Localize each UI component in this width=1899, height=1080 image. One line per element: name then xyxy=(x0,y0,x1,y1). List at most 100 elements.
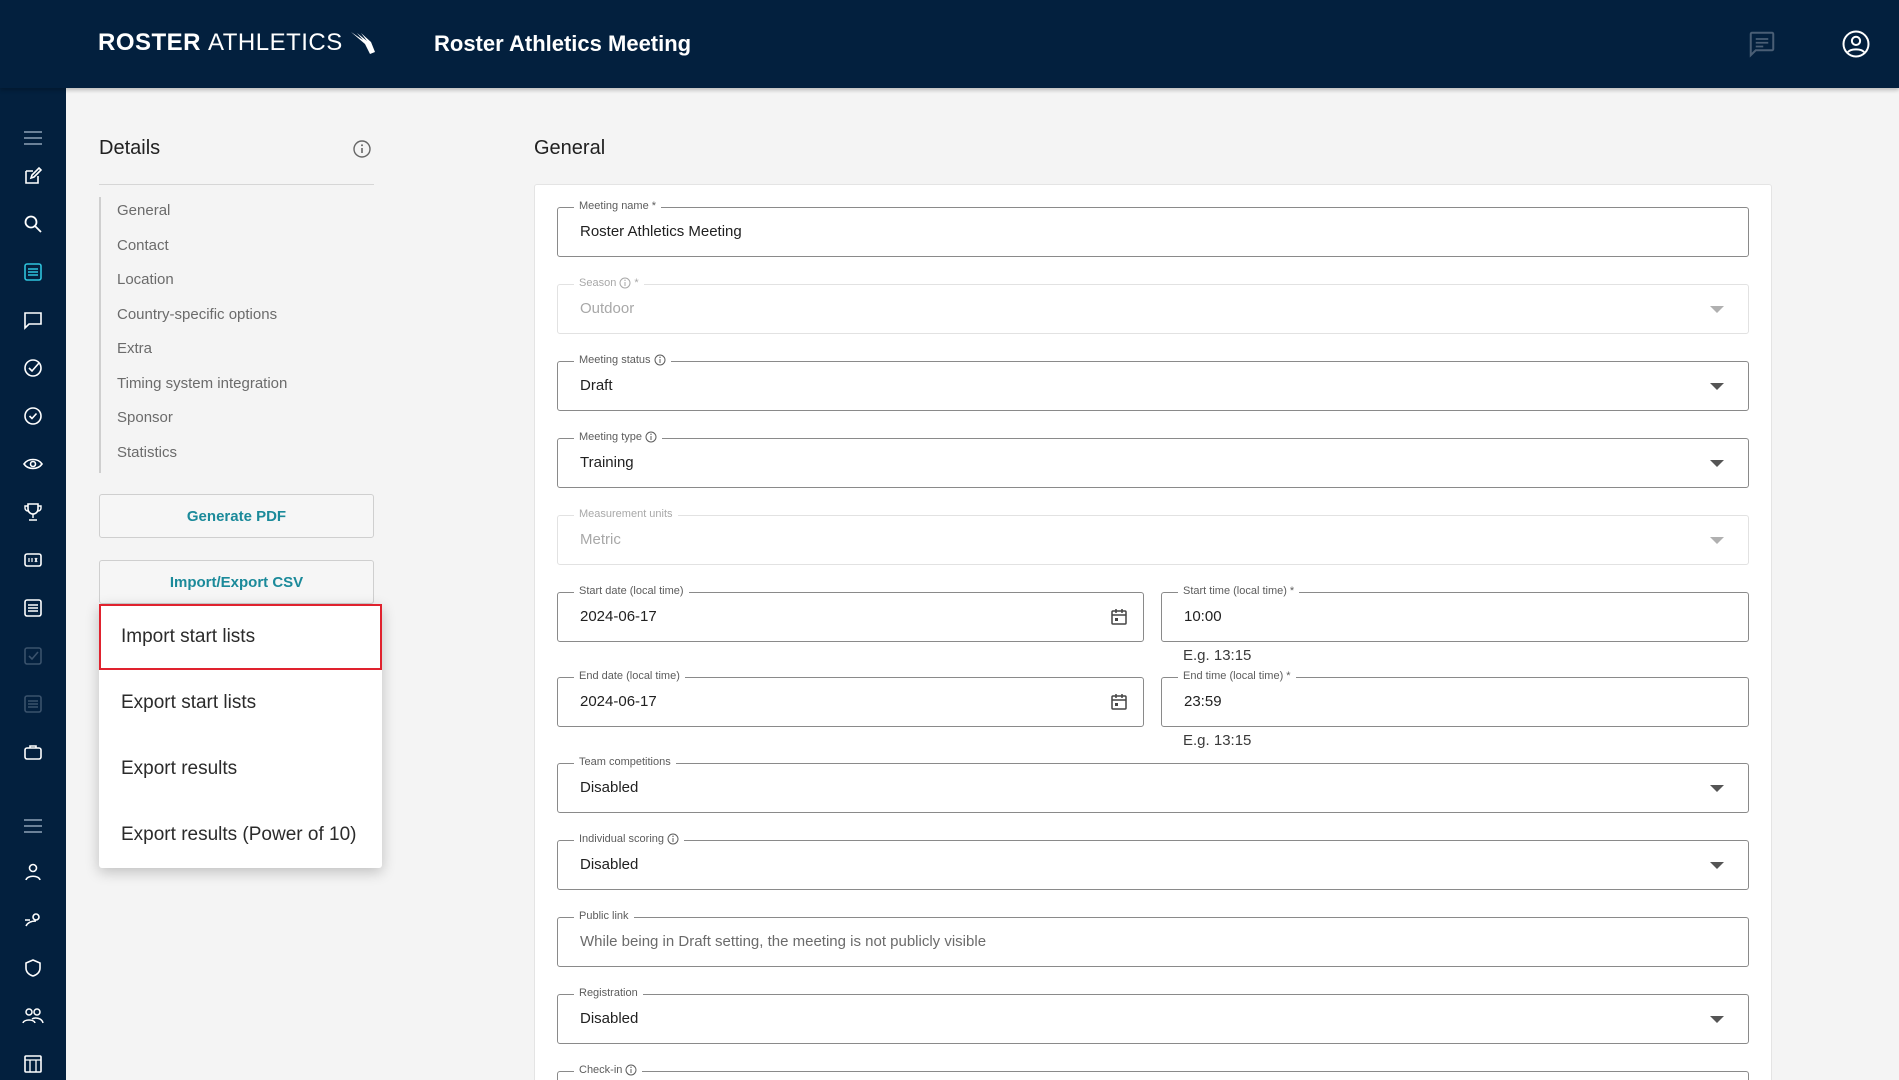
start-time-label: Start time (local time) * xyxy=(1178,585,1300,597)
runner-icon[interactable] xyxy=(19,906,47,934)
person-icon[interactable] xyxy=(19,858,47,886)
check-in-label-text: Check-in xyxy=(579,1064,623,1076)
nav-item-extra[interactable]: Extra xyxy=(101,335,359,370)
registration-select[interactable]: Registration Disabled xyxy=(557,987,1749,1044)
measurement-units-select: Measurement units Metric xyxy=(557,508,1749,565)
meeting-status-select[interactable]: Meeting status Draft xyxy=(557,354,1749,411)
page-title: Roster Athletics Meeting xyxy=(434,31,692,56)
table-icon[interactable] xyxy=(19,690,47,718)
logo-bold: ROSTER xyxy=(98,29,202,56)
scoreboard-icon[interactable] xyxy=(19,546,47,574)
meeting-name-value: Roster Athletics Meeting xyxy=(580,223,742,240)
info-icon[interactable] xyxy=(667,833,679,845)
meeting-status-label: Meeting status xyxy=(574,354,671,366)
registration-value: Disabled xyxy=(580,1010,639,1027)
info-icon[interactable] xyxy=(352,139,372,159)
checkbox-icon[interactable] xyxy=(19,642,47,670)
end-time-label: End time (local time) * xyxy=(1178,670,1296,682)
account-circle-icon[interactable] xyxy=(1839,27,1873,61)
calendar-icon[interactable] xyxy=(1109,692,1129,712)
calendar-grid-icon[interactable] xyxy=(19,1050,47,1078)
calendar-icon[interactable] xyxy=(1109,607,1129,627)
meeting-name-label: Meeting name * xyxy=(574,200,661,212)
meeting-name-field[interactable]: Meeting name * Roster Athletics Meeting xyxy=(557,200,1749,257)
team-competitions-value: Disabled xyxy=(580,779,639,796)
nav-item-location[interactable]: Location xyxy=(101,266,359,301)
individual-scoring-select[interactable]: Individual scoring Disabled xyxy=(557,833,1749,890)
start-time-label-text: Start time (local time) xyxy=(1183,585,1287,597)
meeting-type-label: Meeting type xyxy=(574,431,662,443)
info-icon[interactable] xyxy=(645,431,657,443)
start-date-field[interactable]: Start date (local time) 2024-06-17 xyxy=(557,585,1144,642)
logo-thin: ATHLETICS xyxy=(208,29,343,56)
start-time-field[interactable]: Start time (local time) * 10:00 xyxy=(1161,585,1749,642)
season-select: Season * Outdoor xyxy=(557,277,1749,334)
search-icon[interactable] xyxy=(19,210,47,238)
required-mark: * xyxy=(1286,670,1291,682)
meeting-name-label-text: Meeting name xyxy=(579,200,649,212)
chevron-down-icon xyxy=(1710,306,1724,313)
details-title: Details xyxy=(99,137,161,159)
chevron-down-icon xyxy=(1710,537,1724,544)
nav-item-sponsor[interactable]: Sponsor xyxy=(101,404,359,439)
import-export-csv-button[interactable]: Import/Export CSV xyxy=(99,560,374,604)
team-competitions-label: Team competitions xyxy=(574,756,676,768)
required-mark: * xyxy=(1289,585,1295,597)
info-icon[interactable] xyxy=(625,1064,637,1076)
briefcase-icon[interactable] xyxy=(19,738,47,766)
chevron-down-icon[interactable] xyxy=(1710,383,1724,390)
start-date-value: 2024-06-17 xyxy=(580,608,657,625)
end-date-field[interactable]: End date (local time) 2024-06-17 xyxy=(557,670,1144,727)
list-icon[interactable] xyxy=(19,258,47,286)
season-label-text: Season xyxy=(579,277,617,289)
nav-item-contact[interactable]: Contact xyxy=(101,232,359,267)
check-in-select[interactable]: Check-in xyxy=(557,1064,1749,1080)
measurement-units-value: Metric xyxy=(580,531,621,548)
end-date-label: End date (local time) xyxy=(574,670,685,682)
shield-icon[interactable] xyxy=(19,954,47,982)
menu-icon[interactable] xyxy=(19,812,47,840)
end-time-value: 23:59 xyxy=(1184,693,1222,710)
chevron-down-icon[interactable] xyxy=(1710,1016,1724,1023)
individual-scoring-value: Disabled xyxy=(580,856,639,873)
chevron-down-icon[interactable] xyxy=(1710,862,1724,869)
nav-item-timing[interactable]: Timing system integration xyxy=(101,370,359,405)
public-link-value: While being in Draft setting, the meetin… xyxy=(580,933,987,950)
nav-item-country-options[interactable]: Country-specific options xyxy=(101,301,359,336)
start-time-hint: E.g. 13:15 xyxy=(1183,647,1252,664)
meeting-type-select[interactable]: Meeting type Training xyxy=(557,431,1749,488)
eye-icon[interactable] xyxy=(19,450,47,478)
general-card: Meeting name * Roster Athletics Meeting S… xyxy=(534,184,1772,1080)
generate-pdf-button[interactable]: Generate PDF xyxy=(99,494,374,538)
start-date-label: Start date (local time) xyxy=(574,585,689,597)
team-competitions-select[interactable]: Team competitions Disabled xyxy=(557,756,1749,813)
menu-item-import-start-lists[interactable]: Import start lists xyxy=(99,604,382,670)
menu-icon[interactable] xyxy=(19,124,47,152)
check-in-label: Check-in xyxy=(574,1064,643,1076)
message-icon[interactable] xyxy=(1745,27,1779,61)
menu-item-export-results[interactable]: Export results xyxy=(99,736,382,802)
chat-icon[interactable] xyxy=(19,306,47,334)
start-time-value: 10:00 xyxy=(1184,608,1222,625)
csv-menu: Import start lists Export start lists Ex… xyxy=(99,604,382,868)
trophy-icon[interactable] xyxy=(19,498,47,526)
season-value: Outdoor xyxy=(580,300,635,317)
end-time-field[interactable]: End time (local time) * 23:59 xyxy=(1161,670,1749,727)
nav-item-statistics[interactable]: Statistics xyxy=(101,439,359,474)
info-icon xyxy=(619,277,631,289)
info-icon[interactable] xyxy=(654,354,666,366)
check-circle-outline-icon[interactable] xyxy=(19,402,47,430)
menu-item-export-results-po10[interactable]: Export results (Power of 10) xyxy=(99,802,382,868)
chevron-down-icon[interactable] xyxy=(1710,785,1724,792)
app-logo[interactable]: ROSTER ATHLETICS xyxy=(98,29,379,57)
meeting-status-value: Draft xyxy=(580,377,613,394)
side-rail xyxy=(0,88,66,1080)
registration-label: Registration xyxy=(574,987,643,999)
nav-item-general[interactable]: General xyxy=(101,197,359,232)
group-icon[interactable] xyxy=(19,1002,47,1030)
check-circle-icon[interactable] xyxy=(19,354,47,382)
menu-item-export-start-lists[interactable]: Export start lists xyxy=(99,670,382,736)
document-list-icon[interactable] xyxy=(19,594,47,622)
chevron-down-icon[interactable] xyxy=(1710,460,1724,467)
edit-icon[interactable] xyxy=(19,162,47,190)
